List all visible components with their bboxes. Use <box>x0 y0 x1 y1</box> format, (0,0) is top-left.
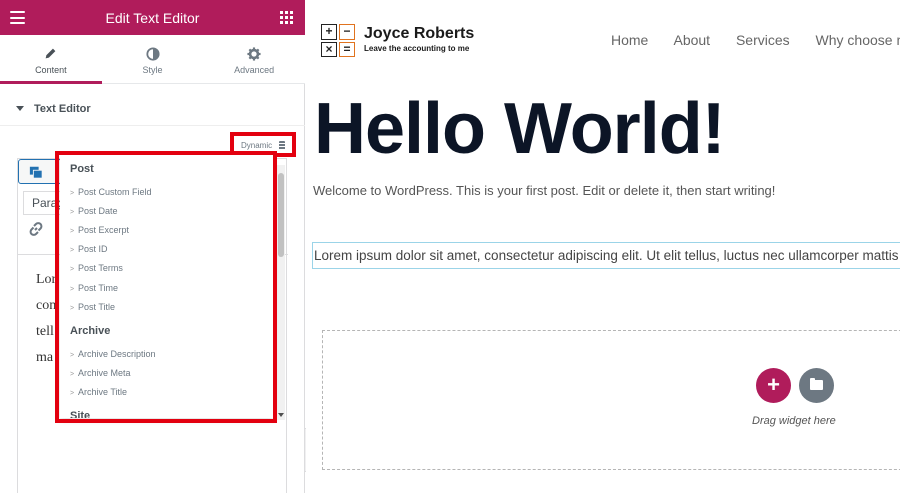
heading-widget[interactable]: Hello World! <box>314 88 726 170</box>
logo-cell: = <box>339 41 355 57</box>
text-editor-section-toggle[interactable]: Text Editor <box>0 92 305 126</box>
tab-advanced-label: Advanced <box>234 65 275 75</box>
caret-down-icon <box>16 106 24 111</box>
main-navigation: Home About Services Why choose me <box>611 32 900 48</box>
logo-cell: × <box>321 41 337 57</box>
site-tagline: Leave the accounting to me <box>364 44 470 53</box>
logo-cell: + <box>321 24 337 40</box>
media-icon <box>29 166 43 179</box>
link-icon[interactable] <box>28 221 44 237</box>
highlight-box-dropdown <box>55 151 277 423</box>
nav-item-about[interactable]: About <box>673 32 710 48</box>
panel-header: Edit Text Editor <box>0 0 305 35</box>
panel-tabs: Content Style Advanced <box>0 35 305 84</box>
gear-icon <box>203 46 305 61</box>
nav-item-why-choose-me[interactable]: Why choose me <box>816 32 900 48</box>
site-title[interactable]: Joyce Roberts <box>364 25 474 43</box>
nav-item-services[interactable]: Services <box>736 32 790 48</box>
scroll-down-arrow-icon[interactable] <box>278 413 284 417</box>
widgets-grid-icon[interactable] <box>280 11 293 24</box>
tab-style[interactable]: Style <box>102 35 204 83</box>
half-circle-icon <box>102 46 204 61</box>
scrollbar-thumb[interactable] <box>278 173 284 257</box>
tab-advanced[interactable]: Advanced <box>203 35 305 83</box>
tab-content-label: Content <box>35 65 67 75</box>
add-template-button[interactable] <box>799 368 834 403</box>
panel-title: Edit Text Editor <box>105 10 200 26</box>
editor-panel: Edit Text Editor Content Style Advanced … <box>0 0 305 493</box>
logo-cell: − <box>339 24 355 40</box>
logo-calculator-icon: + − × = <box>321 24 355 57</box>
tab-style-label: Style <box>142 65 163 75</box>
text-editor-widget[interactable]: Lorem ipsum dolor sit amet, consectetur … <box>314 248 899 263</box>
add-section-button[interactable]: + <box>756 368 791 403</box>
folder-icon <box>810 378 823 390</box>
page-preview: + − × = Joyce Roberts Leave the accounti… <box>306 0 900 493</box>
pencil-icon <box>0 46 102 61</box>
drag-widget-hint: Drag widget here <box>752 415 836 427</box>
nav-item-home[interactable]: Home <box>611 32 648 48</box>
tab-content[interactable]: Content <box>0 35 102 84</box>
welcome-text[interactable]: Welcome to WordPress. This is your first… <box>313 183 775 198</box>
section-title: Text Editor <box>34 103 91 115</box>
